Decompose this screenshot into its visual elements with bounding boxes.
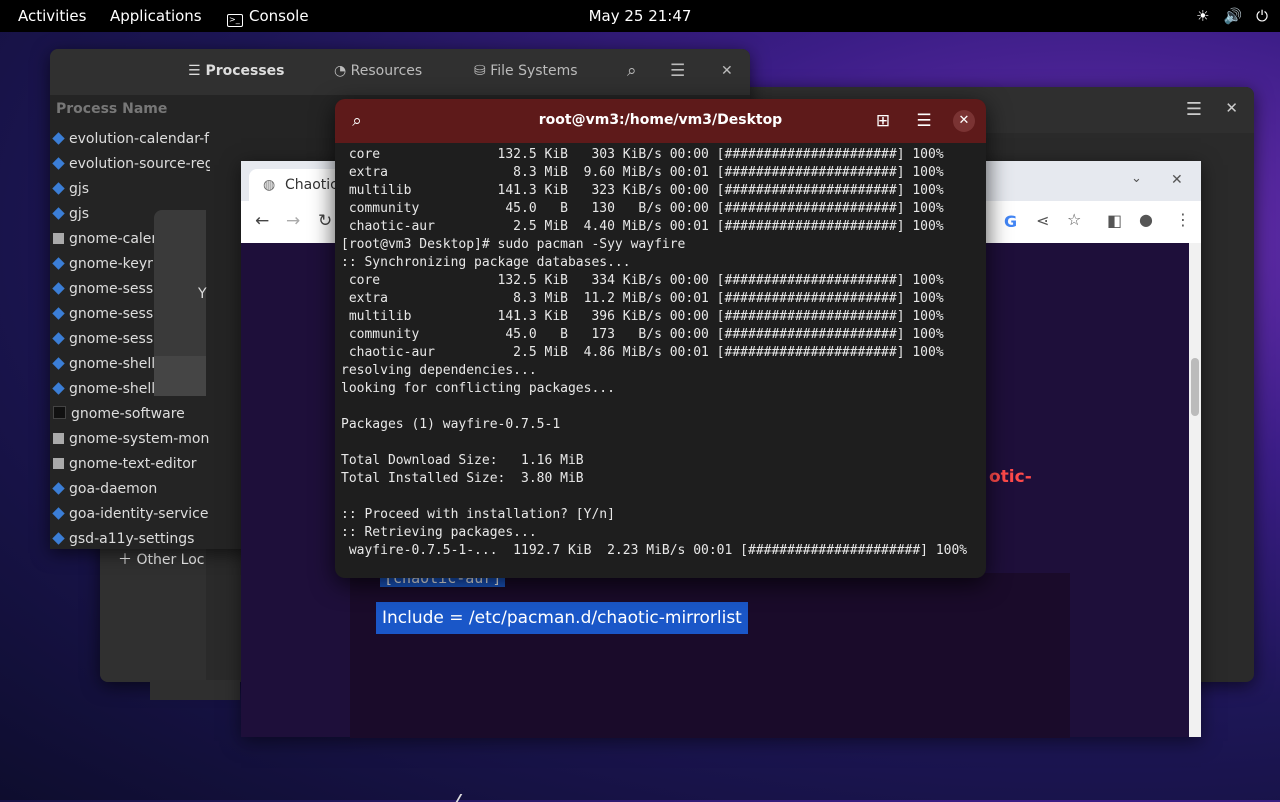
process-icon bbox=[53, 458, 64, 469]
reload-icon[interactable]: ↻ bbox=[318, 211, 332, 231]
process-icon bbox=[52, 257, 65, 270]
volume-icon[interactable]: 🔊 bbox=[1223, 7, 1242, 25]
process-row[interactable]: gnome-system-moni bbox=[50, 427, 210, 452]
tab-processes[interactable]: ☰ Processes bbox=[188, 63, 285, 79]
process-name: gnome-shell bbox=[69, 356, 156, 372]
search-icon[interactable]: ⌕ bbox=[627, 61, 637, 81]
process-icon bbox=[52, 132, 65, 145]
terminal-window[interactable]: ⌕ root@vm3:/home/vm3/Desktop ⊞ ☰ ✕ core … bbox=[335, 99, 986, 578]
menu-icon[interactable]: ☰ bbox=[913, 110, 935, 132]
process-row[interactable]: gsd-a11y-settings bbox=[50, 527, 210, 549]
close-icon[interactable]: ✕ bbox=[953, 110, 975, 132]
process-icon bbox=[52, 507, 65, 520]
chevron-down-icon[interactable]: ⌄ bbox=[1131, 171, 1142, 186]
console-icon: >_ bbox=[227, 14, 243, 27]
console-app-menu[interactable]: >_ Console bbox=[227, 7, 309, 27]
brightness-icon[interactable]: ☀ bbox=[1196, 7, 1209, 25]
close-icon[interactable]: ✕ bbox=[721, 63, 733, 79]
process-name: gnome-calen bbox=[69, 231, 161, 247]
process-icon bbox=[52, 332, 65, 345]
dialog-text: Y bbox=[198, 286, 207, 302]
back-icon[interactable]: ← bbox=[255, 211, 269, 231]
process-row[interactable]: gnome-software bbox=[50, 402, 210, 427]
process-name: gnome-keyri bbox=[69, 256, 157, 272]
process-icon bbox=[52, 207, 65, 220]
process-icon bbox=[53, 433, 64, 444]
process-name: gnome-sessi bbox=[69, 306, 158, 322]
process-icon bbox=[52, 182, 65, 195]
process-name: gnome-sessi bbox=[69, 281, 158, 297]
other-locations-label: Other Loc bbox=[136, 552, 205, 568]
process-icon bbox=[53, 233, 64, 244]
code-block bbox=[350, 573, 1070, 738]
mouse-cursor bbox=[455, 794, 469, 802]
tab-resources[interactable]: ◔ Resources bbox=[334, 63, 422, 79]
browser-tab-title: Chaotic bbox=[285, 177, 338, 193]
terminal-headerbar: ⌕ root@vm3:/home/vm3/Desktop ⊞ ☰ ✕ bbox=[335, 99, 986, 143]
page-red-text: otic- bbox=[989, 467, 1032, 487]
process-name: gnome-software bbox=[71, 406, 185, 422]
process-icon bbox=[53, 406, 66, 419]
menu-icon[interactable]: ☰ bbox=[1186, 99, 1202, 120]
process-name: goa-identity-service bbox=[69, 506, 209, 522]
new-tab-icon[interactable]: ⊞ bbox=[872, 110, 894, 132]
process-row[interactable]: goa-daemon bbox=[50, 477, 210, 502]
process-name: gsd-a11y-settings bbox=[69, 531, 195, 547]
process-icon bbox=[52, 482, 65, 495]
process-name: gjs bbox=[69, 181, 90, 197]
kebab-menu-icon[interactable]: ⋮ bbox=[1175, 210, 1191, 229]
dialog-fragment: Y bbox=[154, 210, 207, 396]
process-icon bbox=[52, 307, 65, 320]
menu-icon[interactable]: ☰ bbox=[670, 61, 685, 81]
power-icon[interactable]: ⏻ bbox=[1256, 7, 1268, 25]
tab-resources-label: Resources bbox=[350, 63, 423, 79]
scrollbar-thumb[interactable] bbox=[1191, 358, 1199, 416]
other-locations-item[interactable]: ＋ Other Loc bbox=[118, 549, 204, 569]
process-name: evolution-source-reg bbox=[69, 156, 210, 172]
tab-file-systems-label: File Systems bbox=[490, 63, 578, 79]
process-row[interactable]: evolution-calendar-f bbox=[50, 127, 210, 152]
page-scrollbar[interactable] bbox=[1189, 243, 1201, 737]
tab-processes-label: Processes bbox=[205, 63, 285, 79]
profile-icon[interactable]: ● bbox=[1139, 210, 1153, 229]
process-name: evolution-calendar-f bbox=[69, 131, 210, 147]
dialog-button-area[interactable] bbox=[154, 356, 206, 396]
process-name: gnome-system-moni bbox=[69, 431, 210, 447]
google-icon[interactable]: G bbox=[1004, 212, 1017, 231]
system-tray[interactable]: ☀ 🔊 ⏻ bbox=[1196, 7, 1268, 25]
process-icon bbox=[52, 357, 65, 370]
process-row[interactable]: evolution-source-reg bbox=[50, 152, 210, 177]
star-icon[interactable]: ☆ bbox=[1067, 210, 1081, 229]
process-row[interactable]: gnome-text-editor bbox=[50, 452, 210, 477]
close-icon[interactable]: ✕ bbox=[1171, 172, 1183, 188]
process-icon bbox=[52, 382, 65, 395]
column-header-process-name[interactable]: Process Name bbox=[56, 101, 167, 117]
browser-tab[interactable]: ◍ Chaotic bbox=[249, 169, 349, 201]
process-name: gnome-text-editor bbox=[69, 456, 197, 472]
top-bar: Activities Applications >_ Console May 25… bbox=[0, 0, 1280, 32]
selected-code-line-2[interactable]: Include = /etc/pacman.d/chaotic-mirrorli… bbox=[376, 602, 748, 634]
tab-file-systems[interactable]: ⛁ File Systems bbox=[474, 63, 578, 79]
process-icon bbox=[52, 532, 65, 545]
process-row[interactable]: gjs bbox=[50, 177, 210, 202]
process-name: goa-daemon bbox=[69, 481, 158, 497]
process-icon bbox=[52, 282, 65, 295]
console-label: Console bbox=[249, 7, 309, 25]
applications-menu[interactable]: Applications bbox=[110, 7, 202, 25]
process-row[interactable]: goa-identity-service bbox=[50, 502, 210, 527]
process-name: gnome-sessi bbox=[69, 331, 158, 347]
sysmon-headerbar: ☰ Processes ◔ Resources ⛁ File Systems ⌕… bbox=[50, 49, 750, 95]
globe-icon: ◍ bbox=[263, 177, 276, 193]
activities-button[interactable]: Activities bbox=[18, 7, 86, 25]
forward-icon[interactable]: → bbox=[286, 211, 300, 231]
process-icon bbox=[52, 157, 65, 170]
window-edge bbox=[150, 680, 240, 700]
terminal-output[interactable]: core 132.5 KiB 303 KiB/s 00:00 [########… bbox=[341, 146, 967, 560]
sidepanel-icon[interactable]: ◧ bbox=[1107, 211, 1122, 230]
process-name: gjs bbox=[69, 206, 90, 222]
close-icon[interactable]: ✕ bbox=[1225, 99, 1238, 117]
share-icon[interactable]: ⋖ bbox=[1036, 211, 1049, 230]
